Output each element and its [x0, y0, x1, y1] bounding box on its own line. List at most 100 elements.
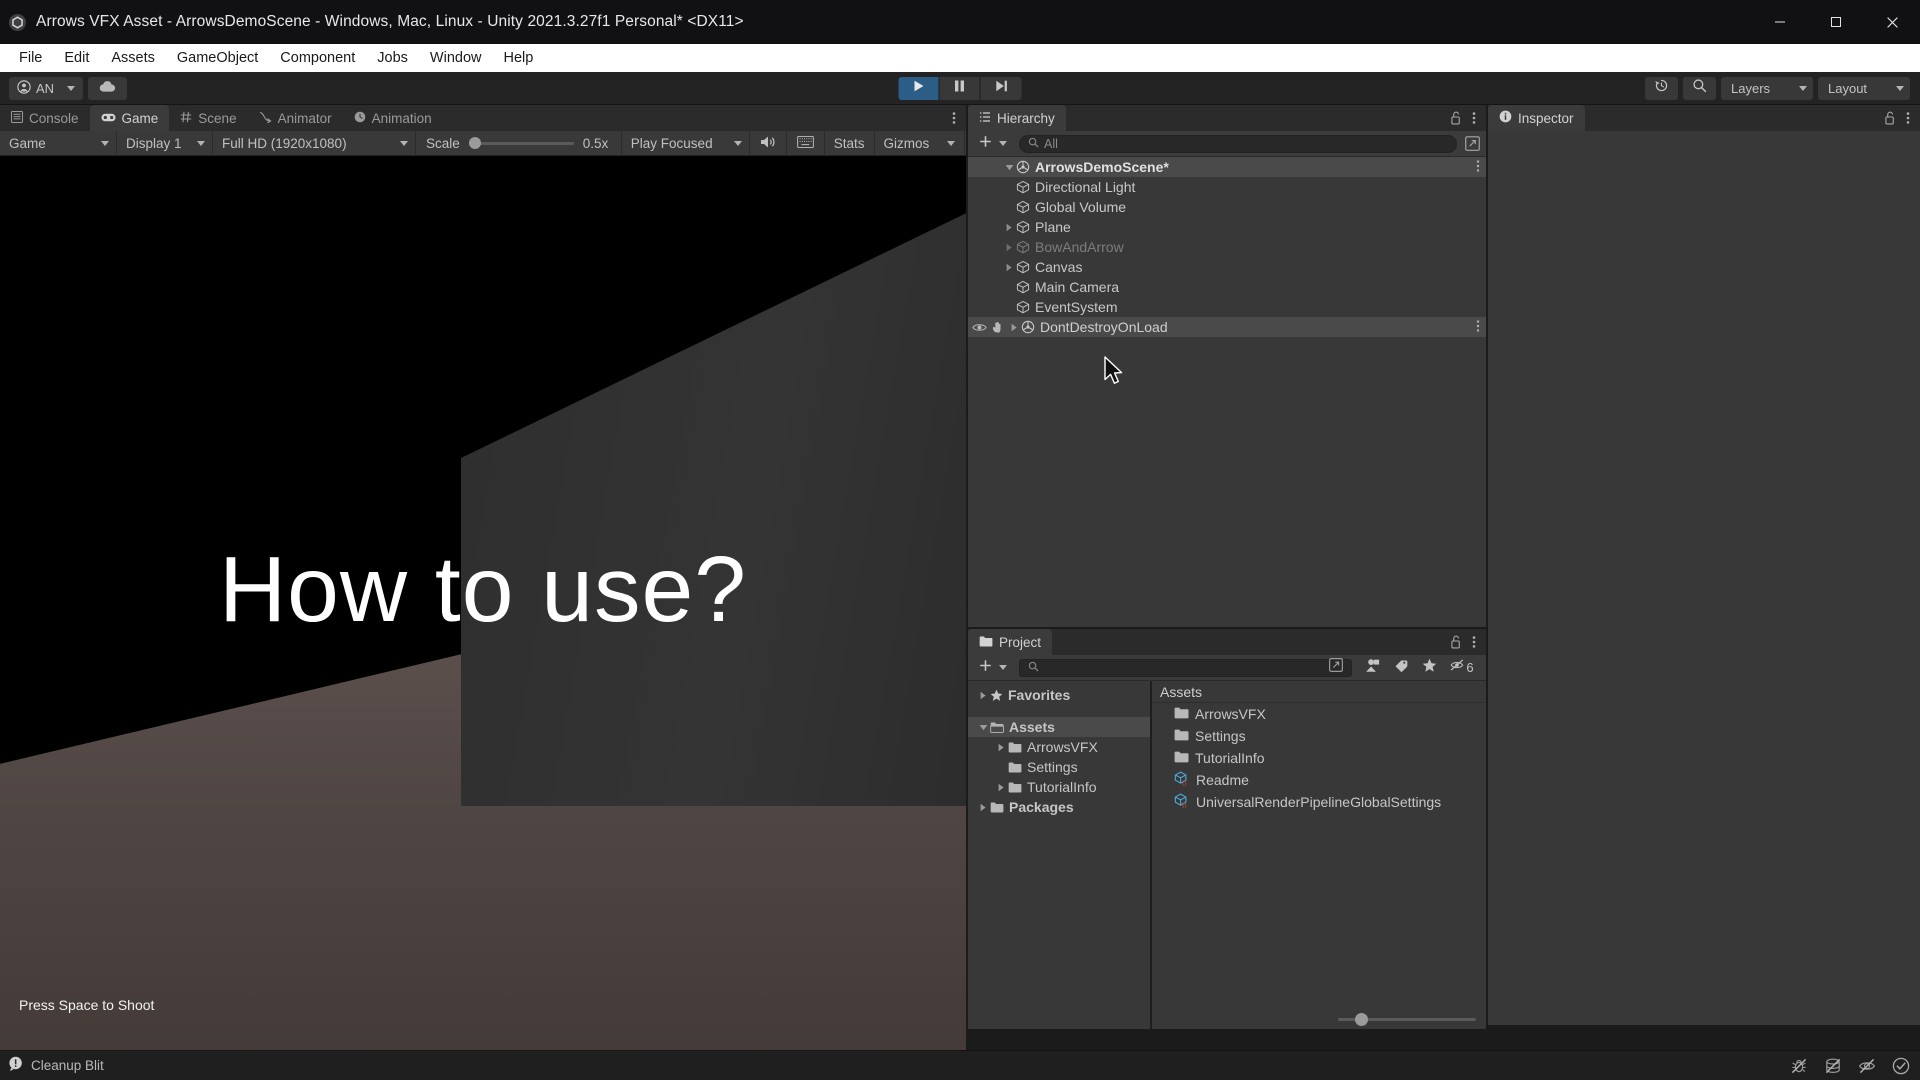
twisty-collapsed-icon[interactable] — [994, 743, 1008, 752]
hierarchy-item-eventsystem[interactable]: EventSystem — [968, 297, 1486, 317]
twisty-collapsed-icon[interactable] — [994, 783, 1008, 792]
project-add-button[interactable] — [974, 658, 1011, 678]
asset-item-tutorialinfo[interactable]: TutorialInfo — [1152, 747, 1486, 769]
project-search-input[interactable] — [1044, 660, 1324, 675]
status-ok-icon[interactable] — [1892, 1057, 1910, 1075]
twisty-collapsed-icon[interactable] — [1002, 223, 1016, 232]
hierarchy-item-directional-light[interactable]: Directional Light — [968, 177, 1486, 197]
menu-file[interactable]: File — [8, 47, 53, 69]
menu-help[interactable]: Help — [492, 47, 544, 69]
twisty-expanded-icon[interactable] — [1002, 163, 1016, 172]
mute-audio-button[interactable] — [750, 130, 787, 156]
scale-slider-group[interactable]: Scale 0.5x — [416, 130, 622, 156]
hierarchy-search-expand-icon[interactable] — [1465, 136, 1480, 151]
lock-open-icon[interactable] — [1885, 111, 1896, 125]
kebab-menu-icon[interactable] — [1476, 159, 1480, 175]
hierarchy-search-box[interactable] — [1019, 134, 1457, 153]
game-view-mode-dropdown[interactable]: Game — [0, 130, 117, 156]
hierarchy-search-input[interactable] — [1044, 136, 1448, 151]
project-tree-tutorialinfo[interactable]: TutorialInfo — [968, 777, 1150, 797]
project-zoom-slider[interactable] — [1338, 1012, 1476, 1026]
hierarchy-item-bowandarrow[interactable]: BowAndArrow — [968, 237, 1486, 257]
asset-item-arrowsvfx[interactable]: ArrowsVFX — [1152, 703, 1486, 725]
visibility-eye-icon[interactable] — [972, 322, 987, 333]
stats-button[interactable]: Stats — [825, 130, 875, 156]
kebab-menu-icon[interactable] — [1472, 111, 1476, 125]
kebab-menu-icon[interactable] — [1472, 635, 1476, 649]
twisty-collapsed-icon[interactable] — [976, 803, 990, 812]
tab-animation[interactable]: Animation — [342, 105, 443, 131]
tab-console[interactable]: Console — [0, 105, 90, 131]
project-tree-settings[interactable]: Settings — [968, 757, 1150, 777]
menu-gameobject[interactable]: GameObject — [166, 47, 269, 69]
twisty-expanded-icon[interactable] — [976, 723, 990, 732]
twisty-collapsed-icon[interactable] — [976, 691, 990, 700]
kebab-menu-icon[interactable] — [1476, 319, 1480, 335]
lock-open-icon[interactable] — [1451, 111, 1462, 125]
project-zoom-slider-knob[interactable] — [1354, 1012, 1368, 1026]
filter-by-label-button[interactable] — [1388, 658, 1414, 678]
play-button[interactable] — [898, 76, 940, 100]
scale-slider-knob[interactable] — [468, 137, 481, 149]
account-button[interactable]: AN — [9, 76, 84, 100]
filter-by-type-button[interactable] — [1360, 658, 1386, 678]
code-coverage-disabled-icon[interactable] — [1824, 1057, 1842, 1075]
layout-dropdown[interactable]: Layout — [1818, 76, 1910, 100]
resolution-dropdown[interactable]: Full HD (1920x1080) — [213, 130, 416, 156]
asset-item-settings[interactable]: Settings — [1152, 725, 1486, 747]
tab-scene[interactable]: Scene — [169, 105, 248, 131]
tab-animator[interactable]: Animator — [247, 105, 343, 131]
status-message-group[interactable]: Cleanup Blit — [8, 1056, 104, 1075]
tab-hierarchy[interactable]: Hierarchy — [968, 105, 1066, 131]
project-tree-favorites[interactable]: Favorites — [968, 685, 1150, 705]
lock-open-icon[interactable] — [1451, 635, 1462, 649]
project-tree-arrowsvfx[interactable]: ArrowsVFX — [968, 737, 1150, 757]
twisty-collapsed-icon[interactable] — [1007, 323, 1021, 332]
debug-bug-disabled-icon[interactable] — [1790, 1057, 1808, 1075]
search-button[interactable] — [1683, 76, 1716, 100]
keyboard-shortcut-button[interactable] — [787, 130, 825, 156]
kebab-menu-icon[interactable] — [952, 111, 956, 125]
preview-packages-disabled-icon[interactable] — [1858, 1057, 1876, 1075]
hierarchy-item-scene-root[interactable]: ArrowsDemoScene* — [968, 157, 1486, 177]
tab-game[interactable]: Game — [89, 105, 170, 131]
gizmos-dropdown[interactable]: Gizmos — [875, 130, 966, 156]
game-render-canvas[interactable]: How to use? Press Space to Shoot — [0, 156, 966, 1051]
hierarchy-item-canvas[interactable]: Canvas — [968, 257, 1486, 277]
maximize-button[interactable] — [1808, 0, 1864, 44]
display-dropdown[interactable]: Display 1 — [117, 130, 213, 156]
step-button[interactable] — [980, 76, 1022, 100]
menu-window[interactable]: Window — [419, 47, 493, 69]
undo-history-button[interactable] — [1645, 76, 1678, 100]
tab-inspector[interactable]: Inspector — [1488, 105, 1585, 131]
hierarchy-add-button[interactable] — [974, 134, 1011, 154]
project-search-expand-icon[interactable] — [1329, 658, 1343, 677]
play-mode-dropdown[interactable]: Play Focused — [622, 130, 750, 156]
menu-assets[interactable]: Assets — [100, 47, 166, 69]
asset-item-readme[interactable]: {} Readme — [1152, 769, 1486, 791]
project-tree-packages[interactable]: Packages — [968, 797, 1150, 817]
twisty-collapsed-icon[interactable] — [1002, 263, 1016, 272]
asset-item-urp-global-settings[interactable]: {} UniversalRenderPipelineGlobalSettings — [1152, 791, 1486, 813]
hierarchy-item-dontdestroyonload[interactable]: DontDestroyOnLoad — [968, 317, 1486, 337]
layers-dropdown[interactable]: Layers — [1721, 76, 1813, 100]
close-button[interactable] — [1864, 0, 1920, 44]
pause-button[interactable] — [939, 76, 981, 100]
project-search-box[interactable] — [1019, 658, 1352, 677]
minimize-button[interactable] — [1752, 0, 1808, 44]
tab-project[interactable]: Project — [968, 629, 1053, 655]
hierarchy-item-main-camera[interactable]: Main Camera — [968, 277, 1486, 297]
hierarchy-item-plane[interactable]: Plane — [968, 217, 1486, 237]
favorites-filter-button[interactable] — [1416, 658, 1442, 678]
hierarchy-item-global-volume[interactable]: Global Volume — [968, 197, 1486, 217]
menu-edit[interactable]: Edit — [53, 47, 100, 69]
menu-component[interactable]: Component — [269, 47, 366, 69]
menu-jobs[interactable]: Jobs — [366, 47, 419, 69]
twisty-collapsed-icon[interactable] — [1002, 243, 1016, 252]
project-tree-assets[interactable]: Assets — [968, 717, 1150, 737]
scale-slider[interactable] — [468, 137, 574, 149]
cloud-button[interactable] — [88, 76, 128, 100]
kebab-menu-icon[interactable] — [1906, 111, 1910, 125]
hidden-packages-button[interactable]: 6 — [1444, 658, 1480, 678]
picking-hand-icon[interactable] — [991, 321, 1005, 334]
